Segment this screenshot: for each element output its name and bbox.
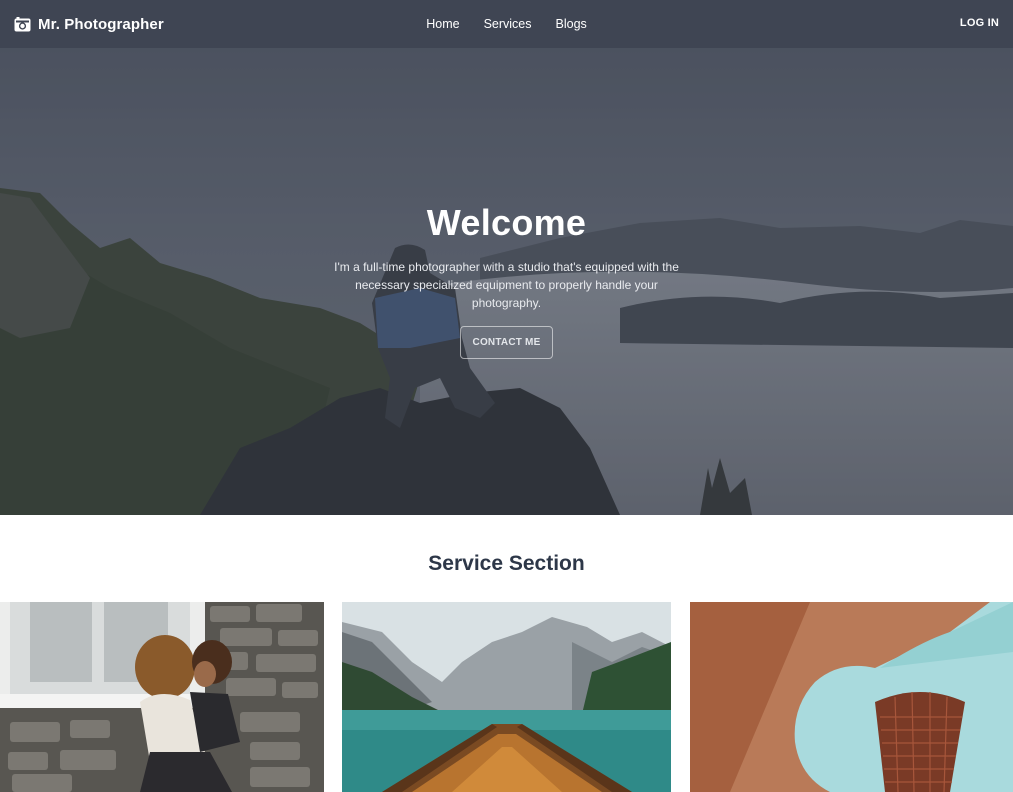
hero-section: Welcome I'm a full-time photographer wit… <box>0 48 1013 515</box>
contact-me-button[interactable]: CONTACT ME <box>459 326 554 359</box>
brand-link[interactable]: Mr. Photographer <box>14 16 164 33</box>
nav-link-services[interactable]: Services <box>484 17 532 31</box>
family-photo-image <box>0 602 324 792</box>
hero-description: I'm a full-time photographer with a stud… <box>334 260 679 310</box>
hero-content: Welcome I'm a full-time photographer wit… <box>0 202 1013 359</box>
tower-architecture-photo-image <box>690 602 1013 792</box>
service-card-travel[interactable] <box>342 602 671 792</box>
service-card-family[interactable] <box>0 602 324 792</box>
navbar: Mr. Photographer Home Services Blogs LOG… <box>0 0 1013 48</box>
brand-name: Mr. Photographer <box>38 15 164 33</box>
service-card-architecture[interactable] <box>690 602 1013 792</box>
service-section-title: Service Section <box>428 552 585 575</box>
camera-icon <box>14 16 31 31</box>
hero-title: Welcome <box>426 202 587 243</box>
nav-link-blogs[interactable]: Blogs <box>556 17 587 31</box>
nav-link-home[interactable]: Home <box>426 17 459 31</box>
login-link[interactable]: LOG IN <box>960 17 999 29</box>
boat-lake-photo-image <box>342 602 671 792</box>
